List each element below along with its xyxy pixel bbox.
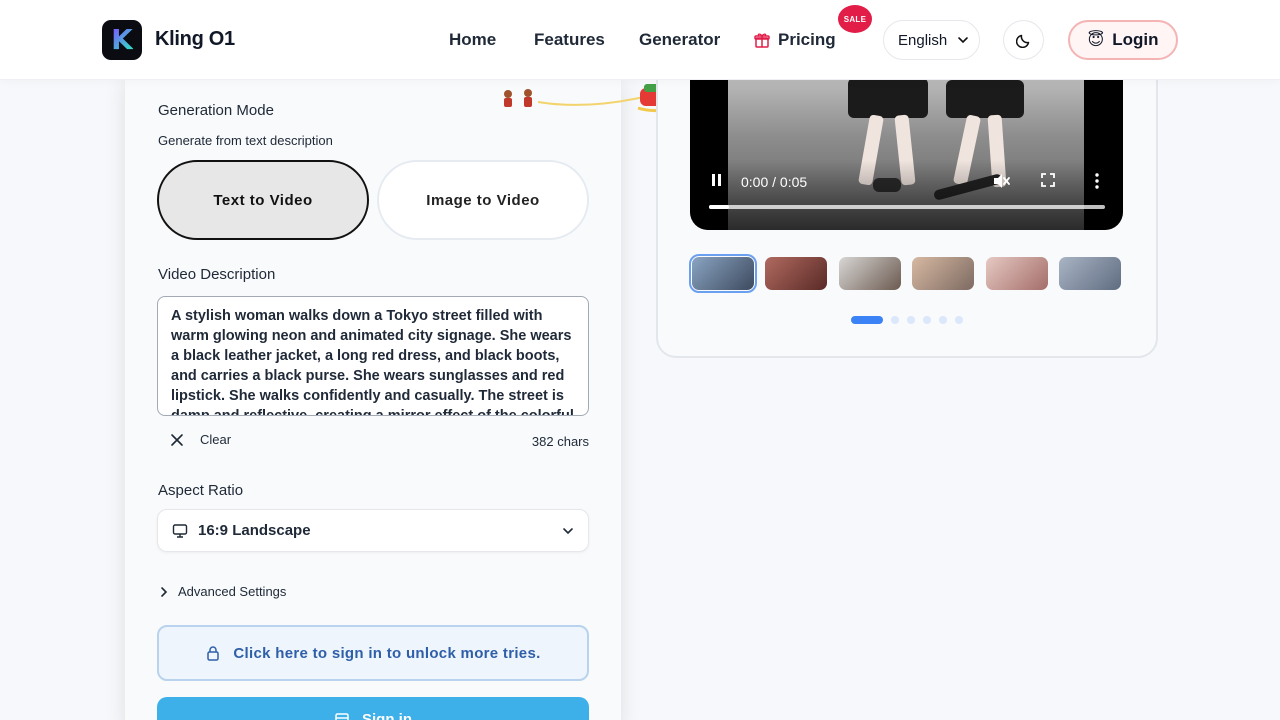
video-progress-bar[interactable] bbox=[709, 205, 1105, 209]
advanced-settings-label: Advanced Settings bbox=[178, 584, 287, 599]
gift-icon bbox=[754, 33, 770, 48]
video-description-label: Video Description bbox=[158, 266, 276, 283]
login-button[interactable]: 😇 Login bbox=[1068, 20, 1178, 60]
more-options-icon[interactable] bbox=[1090, 172, 1104, 190]
carousel-dot[interactable] bbox=[939, 316, 947, 324]
clear-label: Clear bbox=[200, 432, 232, 447]
nav-pricing[interactable]: Pricing bbox=[754, 30, 836, 50]
unlock-tries-text: Click here to sign in to unlock more tri… bbox=[233, 644, 541, 662]
language-selector[interactable]: English bbox=[883, 20, 980, 60]
video-time: 0:00 / 0:05 bbox=[741, 174, 808, 190]
brand-name[interactable]: Kling O1 bbox=[155, 28, 235, 51]
chevron-down-icon bbox=[563, 527, 573, 534]
monitor-icon bbox=[172, 523, 188, 538]
close-icon bbox=[171, 433, 183, 446]
video-controls-shade bbox=[690, 160, 1123, 230]
theme-toggle-button[interactable] bbox=[1003, 20, 1044, 60]
chevron-right-icon bbox=[161, 586, 168, 597]
image-to-video-button[interactable]: Image to Video bbox=[377, 160, 589, 240]
moon-icon bbox=[1015, 34, 1029, 48]
sale-badge: SALE bbox=[838, 5, 872, 33]
carousel-dot[interactable] bbox=[955, 316, 963, 324]
carousel-dot[interactable] bbox=[923, 316, 931, 324]
nav-pricing-label: Pricing bbox=[778, 30, 836, 49]
carousel-dot[interactable] bbox=[907, 316, 915, 324]
text-to-video-button[interactable]: Text to Video bbox=[157, 160, 369, 240]
video-thumbnail-city[interactable] bbox=[1059, 257, 1121, 290]
language-label: English bbox=[898, 31, 948, 49]
clear-button[interactable]: Clear bbox=[170, 432, 231, 447]
generation-mode-hint: Generate from text description bbox=[158, 133, 333, 148]
video-thumbnail-flowers[interactable] bbox=[985, 257, 1048, 290]
nav-home[interactable]: Home bbox=[449, 30, 496, 50]
signin-icon bbox=[335, 713, 349, 720]
video-progress-fill bbox=[709, 205, 729, 209]
fullscreen-icon[interactable] bbox=[1040, 172, 1056, 188]
login-label: Login bbox=[1112, 30, 1159, 49]
carousel-dot[interactable] bbox=[851, 316, 883, 324]
video-thumbnail-dragon[interactable] bbox=[765, 257, 828, 290]
unlock-tries-banner[interactable]: Click here to sign in to unlock more tri… bbox=[157, 625, 589, 681]
chevron-down-icon bbox=[958, 37, 969, 44]
video-description-textarea[interactable]: A stylish woman walks down a Tokyo stree… bbox=[157, 296, 589, 416]
character-count: 382 chars bbox=[531, 434, 589, 449]
sign-in-button[interactable]: Sign in bbox=[157, 697, 589, 720]
advanced-settings-toggle[interactable]: Advanced Settings bbox=[160, 584, 286, 599]
generation-mode-label: Generation Mode bbox=[158, 102, 274, 119]
nav-generator[interactable]: Generator bbox=[639, 30, 720, 50]
brand-logo[interactable]: K bbox=[102, 20, 142, 60]
aspect-ratio-select[interactable]: 16:9 Landscape bbox=[157, 509, 589, 552]
lock-icon bbox=[207, 646, 220, 661]
nav-features[interactable]: Features bbox=[534, 30, 605, 50]
top-navigation-bar: K Kling O1 Home Features Generator Prici… bbox=[0, 0, 1280, 80]
aspect-ratio-label: Aspect Ratio bbox=[158, 482, 244, 499]
angel-emoji-icon: 😇 bbox=[1087, 32, 1105, 49]
video-thumbnail-street[interactable] bbox=[912, 257, 975, 290]
carousel-dot[interactable] bbox=[891, 316, 899, 324]
video-thumbnail-portrait[interactable] bbox=[838, 257, 901, 290]
logo-letter: K bbox=[111, 23, 133, 56]
sign-in-label: Sign in bbox=[362, 711, 412, 720]
muted-icon[interactable] bbox=[991, 171, 1011, 191]
pause-icon[interactable] bbox=[710, 172, 724, 188]
video-thumbnail-skater[interactable] bbox=[689, 254, 757, 293]
aspect-ratio-value: 16:9 Landscape bbox=[198, 522, 311, 539]
